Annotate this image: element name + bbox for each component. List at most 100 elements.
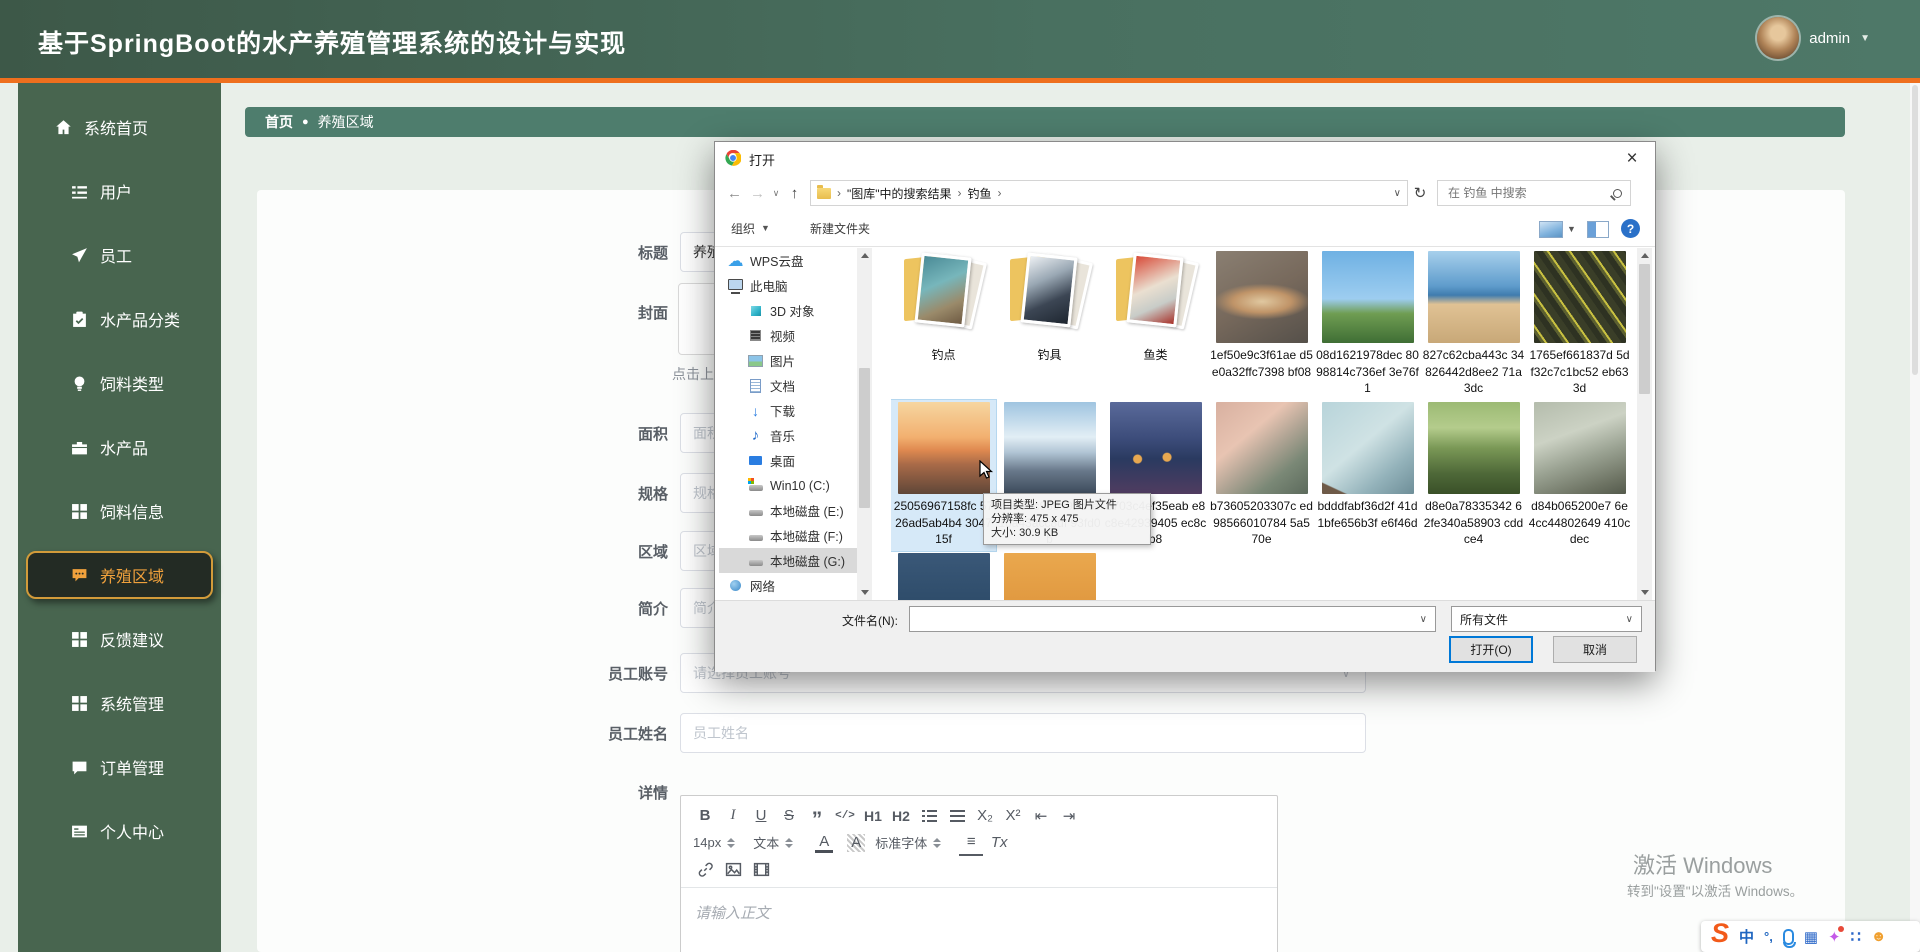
- blockquote-button[interactable]: ”: [805, 800, 829, 832]
- file-item[interactable]: b73605203307c ed98566010784 5a570e: [1209, 400, 1314, 551]
- scroll-down-icon[interactable]: [861, 590, 869, 595]
- close-icon[interactable]: ×: [1609, 142, 1655, 176]
- tree-item-pictures[interactable]: 图片: [719, 348, 857, 373]
- line-height-button[interactable]: ≡: [959, 829, 983, 856]
- code-button[interactable]: </>: [833, 804, 857, 828]
- tree-item-videos[interactable]: 视频: [719, 323, 857, 348]
- highlight-color-button[interactable]: A: [847, 834, 865, 852]
- dialog-titlebar[interactable]: 打开: [715, 142, 1655, 176]
- sidebar-item-orders[interactable]: 订单管理: [26, 743, 213, 791]
- help-icon[interactable]: ?: [1621, 219, 1640, 238]
- emoji-icon[interactable]: ☻: [1871, 928, 1887, 945]
- file-item[interactable]: [891, 551, 996, 600]
- scroll-down-icon[interactable]: [1641, 590, 1649, 595]
- organize-button[interactable]: 组织: [731, 220, 755, 237]
- sidebar-item-feed-info[interactable]: 饲料信息: [26, 487, 213, 535]
- address-bar[interactable]: › "图库"中的搜索结果 › 钓鱼 › ∨: [810, 180, 1408, 206]
- filename-input[interactable]: [918, 611, 1420, 627]
- file-item[interactable]: bdddfabf36d2f 41d1bfe656b3f e6f46d: [1315, 400, 1420, 551]
- tree-item-wps-cloud[interactable]: ☁WPS云盘: [719, 248, 857, 273]
- heading1-button[interactable]: H1: [861, 804, 885, 828]
- open-button[interactable]: 打开(O): [1449, 636, 1533, 663]
- ordered-list-button[interactable]: [917, 804, 941, 828]
- thumbnail-view-icon[interactable]: [1539, 221, 1563, 238]
- chevron-down-icon[interactable]: ∨: [1420, 614, 1427, 625]
- chevron-down-icon[interactable]: ▼: [1567, 224, 1576, 234]
- heading2-button[interactable]: H2: [889, 804, 913, 828]
- file-item[interactable]: 1ef50e9c3f61ae d5e0a32ffc7398 bf08: [1209, 249, 1314, 400]
- video-icon[interactable]: [749, 858, 773, 882]
- page-scrollbar[interactable]: [1910, 83, 1920, 952]
- preview-pane-icon[interactable]: [1587, 221, 1609, 238]
- text-color-button[interactable]: A: [815, 832, 833, 853]
- clear-format-button[interactable]: Tx: [987, 831, 1011, 855]
- microphone-icon[interactable]: [1783, 929, 1794, 945]
- filename-combo[interactable]: ∨: [909, 606, 1436, 632]
- file-item[interactable]: d84b065200e7 6e4cc44802649 410cdec: [1527, 400, 1632, 551]
- history-dropdown-icon[interactable]: ∨: [769, 188, 783, 199]
- tree-item-3d-objects[interactable]: 3D 对象: [719, 298, 857, 323]
- sidebar-item-feed-type[interactable]: 饲料类型: [26, 359, 213, 407]
- sidebar-item-breeding-area[interactable]: 养殖区域: [26, 551, 213, 599]
- up-icon[interactable]: ↑: [783, 185, 806, 202]
- folder-item[interactable]: 鱼类: [1103, 249, 1208, 400]
- tree-item-drive-g[interactable]: 本地磁盘 (G:): [719, 548, 857, 573]
- scroll-up-icon[interactable]: [1641, 253, 1649, 258]
- avatar[interactable]: [1757, 17, 1799, 59]
- underline-button[interactable]: U: [749, 804, 773, 828]
- apps-grid-icon[interactable]: ∷: [1851, 927, 1861, 947]
- tree-item-music[interactable]: ♪音乐: [719, 423, 857, 448]
- new-folder-button[interactable]: 新建文件夹: [810, 220, 870, 237]
- tree-item-drive-c[interactable]: Win10 (C:): [719, 473, 857, 498]
- file-item[interactable]: [997, 551, 1102, 600]
- tree-scrollbar[interactable]: [857, 248, 872, 600]
- user-menu[interactable]: admin ▼: [1757, 17, 1870, 59]
- sidebar-item-system[interactable]: 系统管理: [26, 679, 213, 727]
- bullet-list-button[interactable]: [945, 804, 969, 828]
- tree-item-network[interactable]: 网络: [719, 573, 857, 598]
- back-icon[interactable]: ←: [723, 185, 746, 202]
- link-icon[interactable]: [693, 858, 717, 882]
- italic-button[interactable]: I: [721, 804, 745, 828]
- file-item[interactable]: 08d1621978dec 8098814c736ef 3e76f1: [1315, 249, 1420, 400]
- forward-icon[interactable]: →: [746, 185, 769, 202]
- strikethrough-button[interactable]: S: [777, 804, 801, 828]
- folder-item[interactable]: 钓具: [997, 249, 1102, 400]
- address-search-results[interactable]: "图库"中的搜索结果: [847, 185, 952, 202]
- address-current-folder[interactable]: 钓鱼: [968, 185, 992, 202]
- sidebar-item-home[interactable]: 系统首页: [26, 103, 213, 151]
- tree-item-drive-e[interactable]: 本地磁盘 (E:): [719, 498, 857, 523]
- editor-body[interactable]: 请输入正文: [681, 888, 1277, 937]
- format-select[interactable]: 文本: [753, 833, 793, 852]
- sidebar-item-profile[interactable]: 个人中心: [26, 807, 213, 855]
- sidebar-item-users[interactable]: 用户: [26, 167, 213, 215]
- refresh-icon[interactable]: ↻: [1408, 184, 1432, 202]
- tree-item-drive-f[interactable]: 本地磁盘 (F:): [719, 523, 857, 548]
- tree-item-desktop[interactable]: 桌面: [719, 448, 857, 473]
- tree-item-downloads[interactable]: ↓下载: [719, 398, 857, 423]
- file-item[interactable]: d8e0a78335342 62fe340a58903 cddce4: [1421, 400, 1526, 551]
- file-item[interactable]: 1765ef661837d 5df32c7c1bc52 eb633d: [1527, 249, 1632, 400]
- bold-button[interactable]: B: [693, 804, 717, 828]
- subscript-button[interactable]: X₂: [973, 804, 997, 828]
- filetype-select[interactable]: 所有文件 ∨: [1451, 606, 1642, 632]
- font-family-select[interactable]: 标准字体: [875, 833, 941, 852]
- superscript-button[interactable]: X²: [1001, 804, 1025, 828]
- image-icon[interactable]: [721, 858, 745, 882]
- ime-punctuation-toggle[interactable]: °,: [1764, 929, 1773, 944]
- indent-button[interactable]: ⇥: [1057, 804, 1081, 828]
- sidebar-item-product-category[interactable]: 水产品分类: [26, 295, 213, 343]
- ime-language-toggle[interactable]: 中: [1739, 926, 1754, 947]
- outdent-button[interactable]: ⇤: [1029, 804, 1053, 828]
- font-size-select[interactable]: 14px: [693, 835, 735, 850]
- cancel-button[interactable]: 取消: [1553, 636, 1637, 663]
- sidebar-item-product[interactable]: 水产品: [26, 423, 213, 471]
- file-item[interactable]: 827c62cba443c 34826442d8ee2 71a3dc: [1421, 249, 1526, 400]
- staff-name-input[interactable]: [680, 713, 1366, 753]
- files-scrollbar[interactable]: [1637, 248, 1652, 600]
- sogou-logo[interactable]: S: [1711, 918, 1729, 949]
- folder-item[interactable]: 钓点: [891, 249, 996, 400]
- breadcrumb-home[interactable]: 首页: [265, 112, 293, 132]
- scroll-up-icon[interactable]: [861, 253, 869, 258]
- address-dropdown-icon[interactable]: ∨: [1394, 188, 1401, 199]
